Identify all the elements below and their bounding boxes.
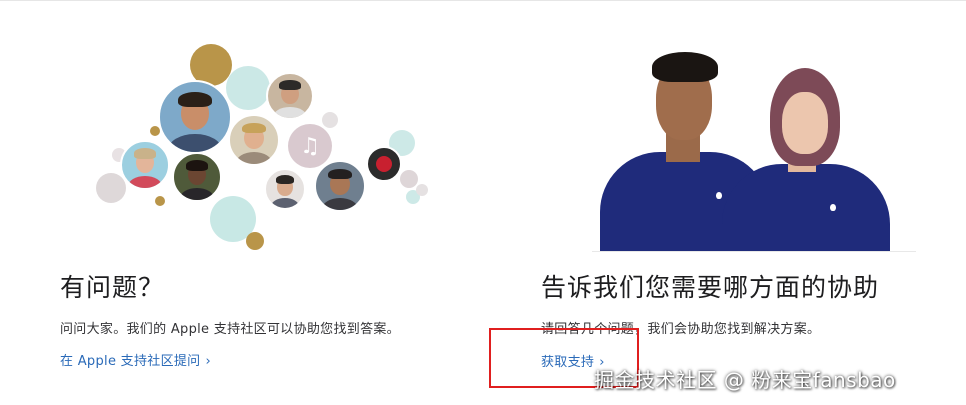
ask-community-link[interactable]: 在 Apple 支持社区提问 › [60, 350, 211, 369]
support-page: ♫ 有问题？ 问问大家。我们的 Apple 支持社区可以协助您找到答案。 在 A… [0, 0, 966, 405]
community-photo-bubbles: ♫ [60, 28, 460, 260]
bubble-decoration [400, 170, 418, 188]
community-member-photo [228, 114, 280, 166]
top-divider [0, 0, 966, 1]
chevron-right-icon: › [205, 354, 211, 369]
community-member-photo [120, 140, 170, 190]
left-card-title: 有问题？ [60, 273, 165, 302]
staff-member-female [722, 48, 916, 252]
right-card-title: 告诉我们您需要哪方面的协助 [541, 273, 880, 302]
bubble-decoration [155, 196, 165, 206]
community-member-photo [366, 146, 402, 182]
staff-photo-floor [592, 251, 916, 252]
community-member-photo [172, 152, 222, 202]
community-member-photo [158, 80, 232, 154]
community-member-photo [264, 168, 306, 210]
bubble-decoration [96, 173, 126, 203]
community-member-photo [314, 160, 366, 212]
ask-community-link-label: 在 Apple 支持社区提问 [60, 354, 201, 369]
music-note-icon: ♫ [288, 124, 332, 168]
community-member-photo [266, 72, 314, 120]
bubble-decoration [226, 66, 270, 110]
bubble-decoration [150, 126, 160, 136]
bubble-decoration [322, 112, 338, 128]
bubble-decoration [416, 184, 428, 196]
bubble-decoration [246, 232, 264, 250]
watermark-text: 掘金技术社区 @ 粉来宝fansbao [594, 368, 896, 392]
apple-staff-photo [592, 48, 916, 252]
left-card-description: 问问大家。我们的 Apple 支持社区可以协助您找到答案。 [60, 322, 400, 337]
